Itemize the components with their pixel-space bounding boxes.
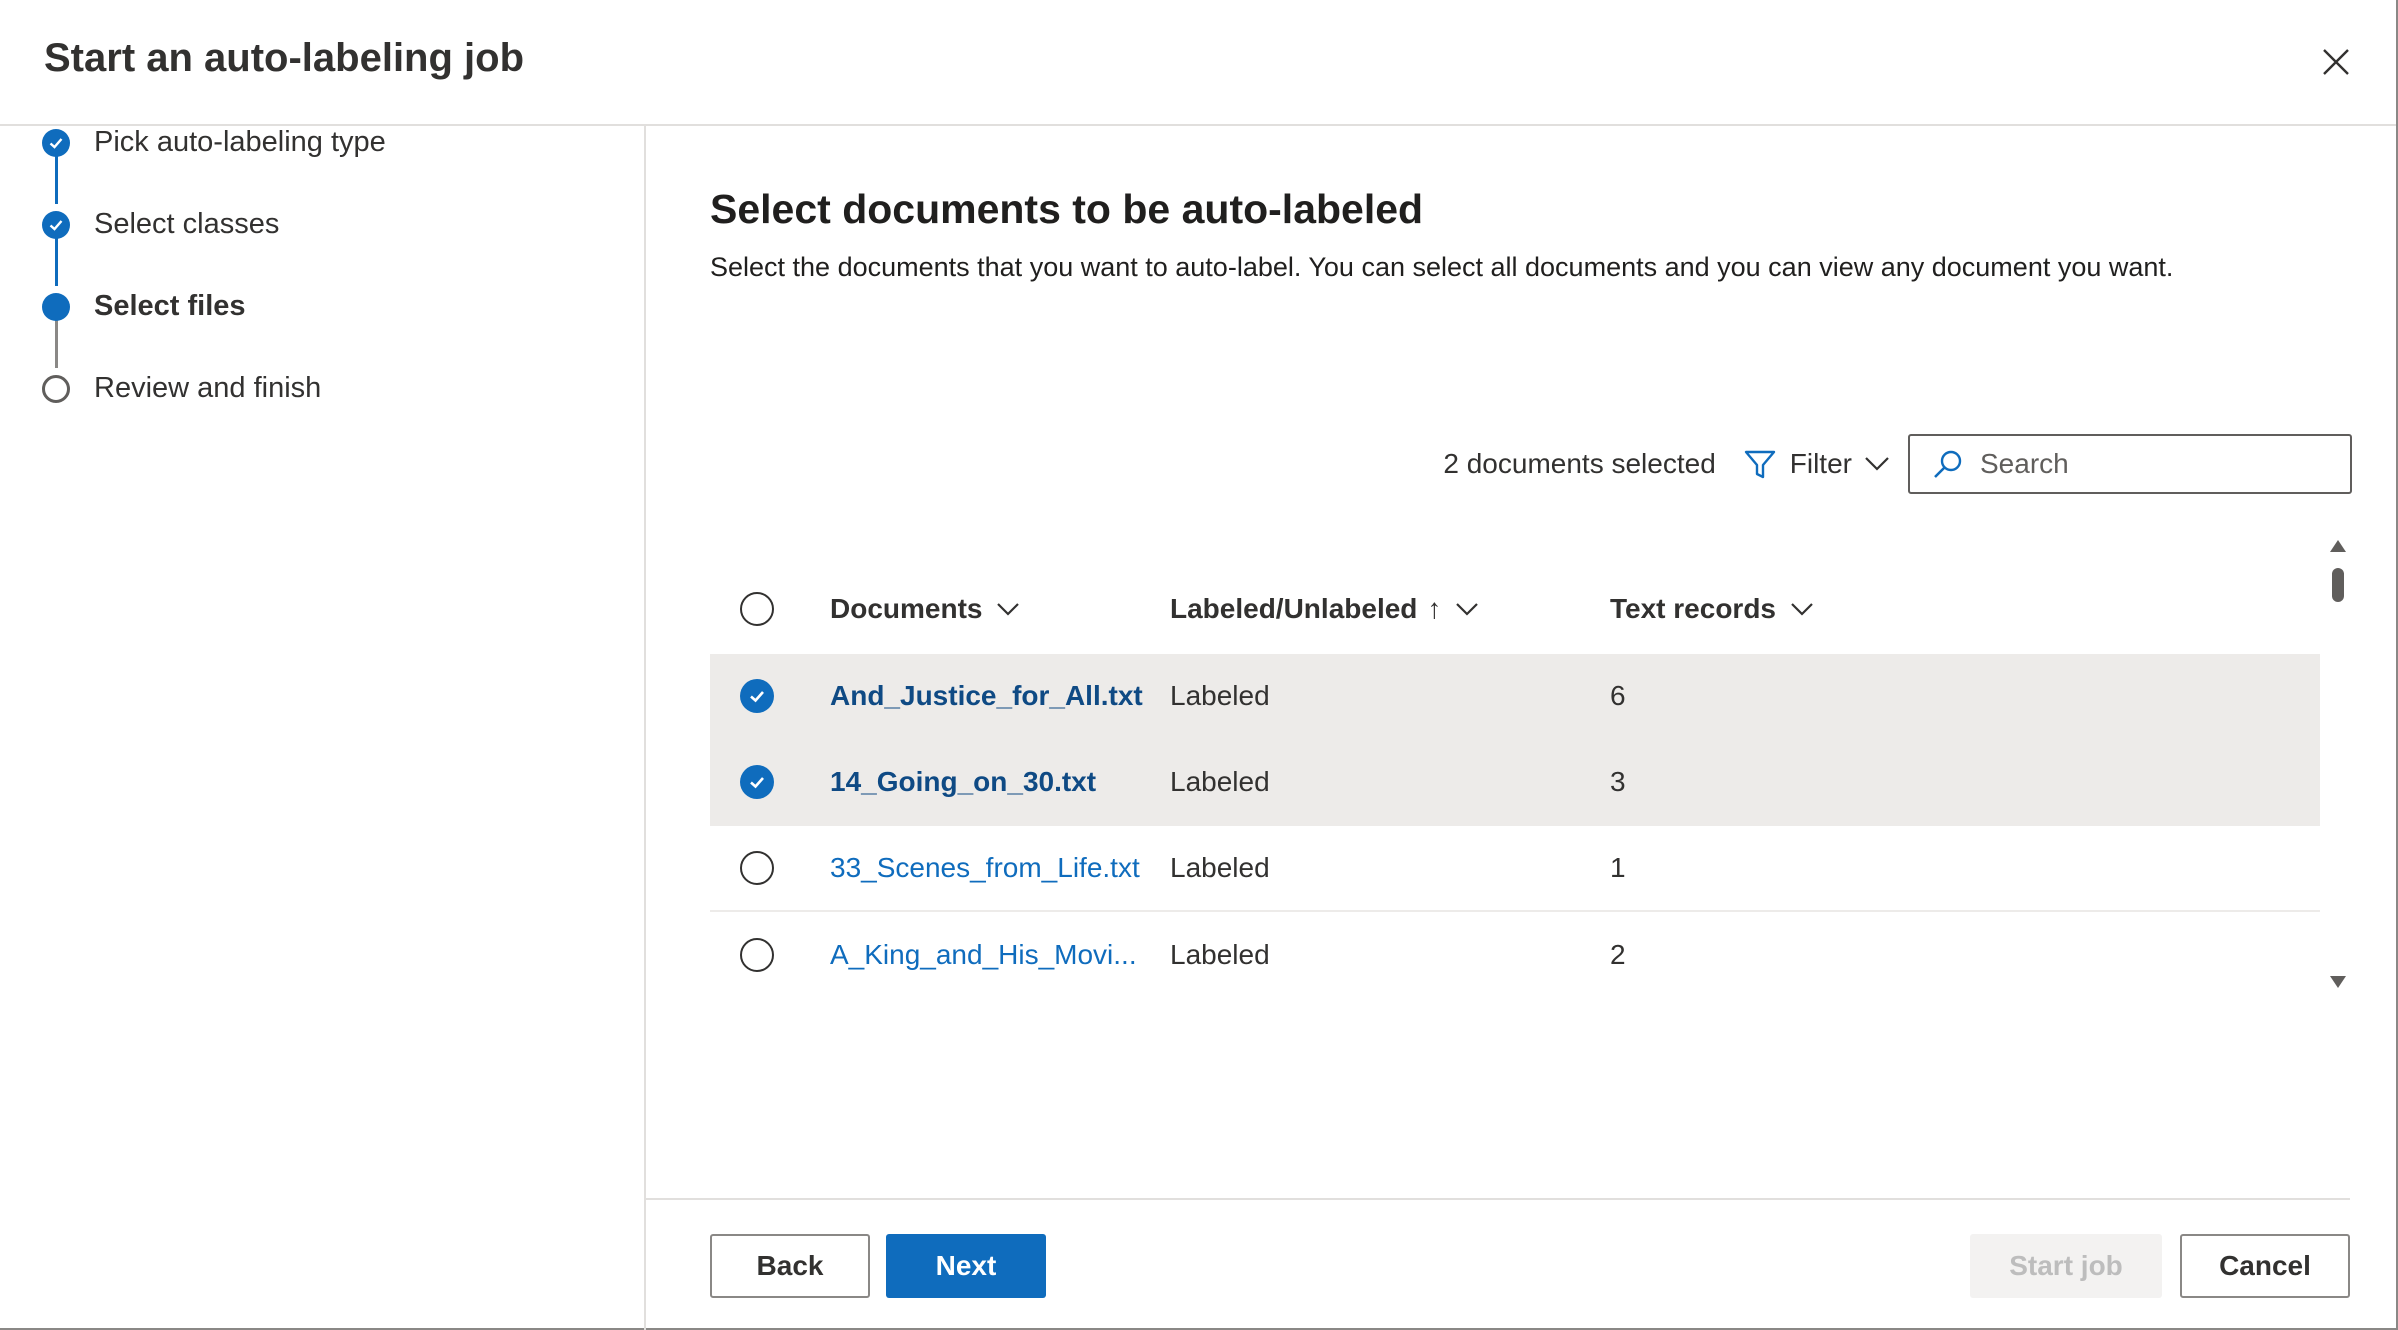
step-pending-indicator [42,374,70,403]
document-link[interactable]: A_King_and_His_Movi... [830,939,1137,971]
chevron-down-icon [1791,603,1813,616]
step-label: Select files [94,290,246,322]
documents-table: Documents Labeled/Unlabeled ↑ Text recor… [710,564,2320,998]
chevron-down-icon [1865,457,1889,471]
step-complete-indicator [42,210,70,239]
document-link[interactable]: And_Justice_for_All.txt [830,680,1143,712]
table-toolbar: 2 documents selected Filter [1443,432,2352,496]
label-status: Labeled [1170,852,1270,883]
cancel-button[interactable]: Cancel [2180,1234,2350,1298]
table-row[interactable]: 33_Scenes_from_Life.txt Labeled 1 [710,826,2320,912]
step-connector [55,320,58,368]
checkmark-icon [750,691,764,703]
select-all-checkbox[interactable] [740,592,774,626]
column-label: Labeled/Unlabeled [1170,593,1418,624]
step-label: Select classes [94,208,280,240]
table-header: Documents Labeled/Unlabeled ↑ Text recor… [710,564,2320,654]
search-input[interactable] [1978,447,2322,481]
selected-count: 2 documents selected [1443,448,1716,479]
text-records-count: 6 [1610,680,1626,711]
search-box[interactable] [1908,434,2352,494]
column-label: Text records [1610,593,1776,624]
scroll-thumb[interactable] [2332,568,2344,602]
checkmark-icon [49,219,63,231]
document-link[interactable]: 14_Going_on_30.txt [830,766,1096,798]
step-connector [55,156,58,204]
main-content: Select documents to be auto-labeled Sele… [646,126,2396,1200]
checkmark-icon [750,777,764,789]
table-scrollbar[interactable] [2328,540,2348,988]
table-row[interactable]: 14_Going_on_30.txt Labeled 3 [710,740,2320,826]
label-status: Labeled [1170,680,1270,711]
column-label: Documents [830,593,983,624]
table-row[interactable]: A_King_and_His_Movi... Labeled 2 [710,912,2320,998]
label-status: Labeled [1170,939,1270,970]
page-title: Select documents to be auto-labeled [710,186,1424,232]
label-status: Labeled [1170,766,1270,797]
page-description: Select the documents that you want to au… [710,252,2174,282]
step-select-classes[interactable]: Select classes [42,208,279,241]
start-job-button: Start job [1970,1234,2162,1298]
column-header-text-records[interactable]: Text records [1610,564,1814,654]
dialog-header: Start an auto-labeling job [0,0,2396,126]
row-checkbox[interactable] [740,679,774,713]
step-select-files[interactable]: Select files [42,290,246,323]
back-button[interactable]: Back [710,1234,870,1298]
chevron-down-icon [997,603,1020,616]
column-header-documents[interactable]: Documents [830,564,1020,654]
row-checkbox[interactable] [740,938,774,972]
next-button[interactable]: Next [886,1234,1046,1298]
scroll-down-arrow-icon[interactable] [2330,976,2346,988]
step-complete-indicator [42,128,70,157]
search-icon [1934,450,1962,478]
table-row[interactable]: And_Justice_for_All.txt Labeled 6 [710,654,2320,740]
checkmark-icon [49,137,63,149]
text-records-count: 2 [1610,939,1626,970]
scroll-up-arrow-icon[interactable] [2330,540,2346,552]
step-pick-type[interactable]: Pick auto-labeling type [42,126,386,159]
step-label: Pick auto-labeling type [94,126,386,158]
filter-label: Filter [1789,448,1852,479]
filter-icon [1744,450,1775,479]
step-connector [55,238,58,286]
text-records-count: 3 [1610,766,1626,797]
wizard-steps: Pick auto-labeling type Select classes S… [0,126,646,1330]
column-header-labeled[interactable]: Labeled/Unlabeled ↑ [1170,564,1479,654]
text-records-count: 1 [1610,852,1626,883]
dialog-footer: Back Next Start job Cancel [646,1198,2350,1330]
step-label: Review and finish [94,372,322,404]
row-checkbox[interactable] [740,851,774,885]
dialog-title: Start an auto-labeling job [44,36,525,80]
row-checkbox[interactable] [740,765,774,799]
sort-ascending-icon: ↑ [1427,593,1442,624]
close-icon [2323,49,2349,75]
chevron-down-icon [1456,603,1479,616]
close-button[interactable] [2314,40,2358,84]
document-link[interactable]: 33_Scenes_from_Life.txt [830,852,1140,884]
step-review-finish[interactable]: Review and finish [42,372,321,405]
filter-button[interactable]: Filter [1742,446,1890,482]
step-current-indicator [42,292,70,321]
auto-labeling-dialog: Start an auto-labeling job Pick auto-lab… [0,0,2398,1330]
